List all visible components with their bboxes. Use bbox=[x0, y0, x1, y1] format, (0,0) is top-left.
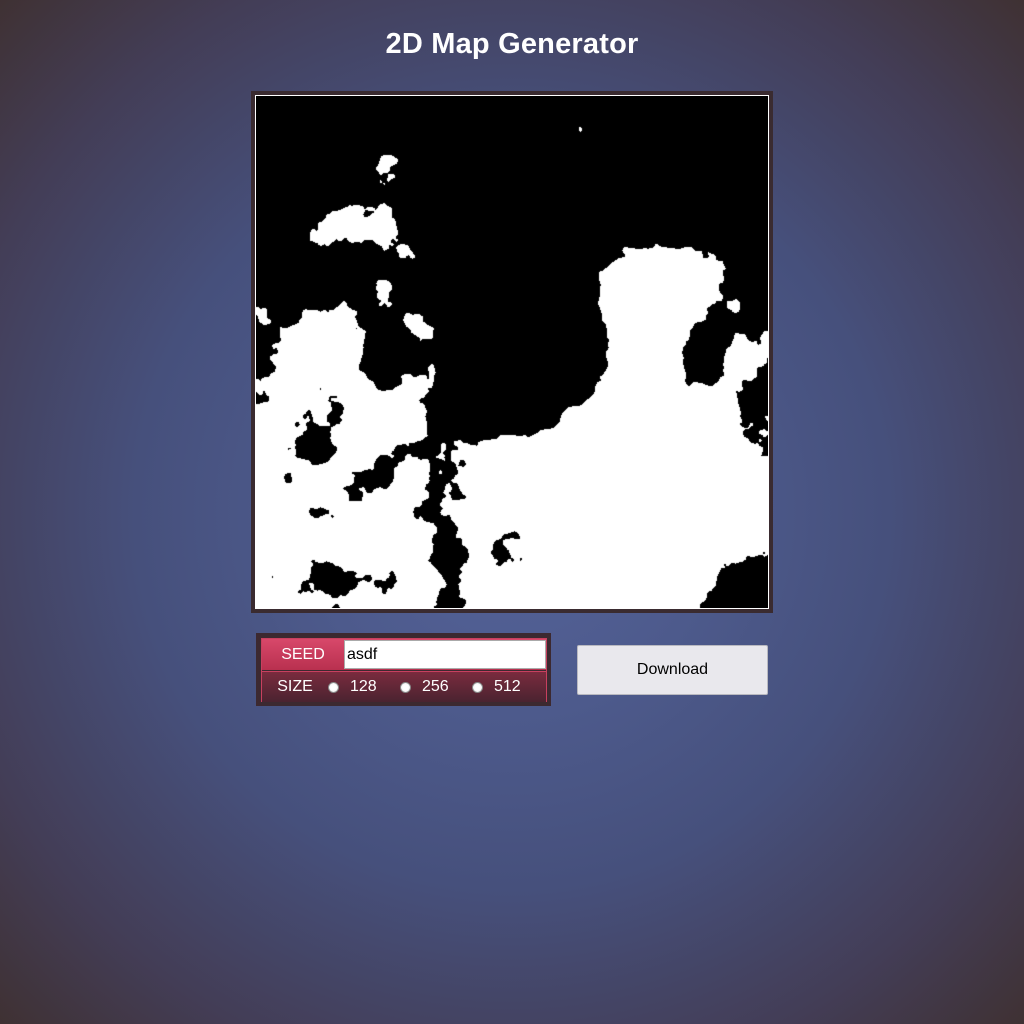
controls-panel: SEED SIZE 128 256 512 bbox=[256, 633, 551, 706]
seed-label: SEED bbox=[281, 645, 325, 663]
size-radio-512[interactable] bbox=[472, 681, 483, 693]
size-option-label-128: 128 bbox=[350, 678, 377, 695]
size-row: SIZE 128 256 512 bbox=[262, 671, 546, 702]
size-radio-256[interactable] bbox=[400, 681, 411, 693]
size-label: SIZE bbox=[277, 678, 313, 695]
page-title: 2D Map Generator bbox=[385, 28, 639, 60]
seed-row: SEED bbox=[262, 639, 546, 670]
map-canvas-frame bbox=[251, 91, 773, 613]
download-button[interactable]: Download bbox=[577, 645, 768, 695]
size-radio-128[interactable] bbox=[328, 681, 339, 693]
size-option-label-256: 256 bbox=[422, 678, 449, 695]
size-option-label-512: 512 bbox=[494, 678, 521, 695]
seed-input[interactable] bbox=[344, 640, 546, 669]
map-canvas[interactable] bbox=[256, 96, 768, 608]
